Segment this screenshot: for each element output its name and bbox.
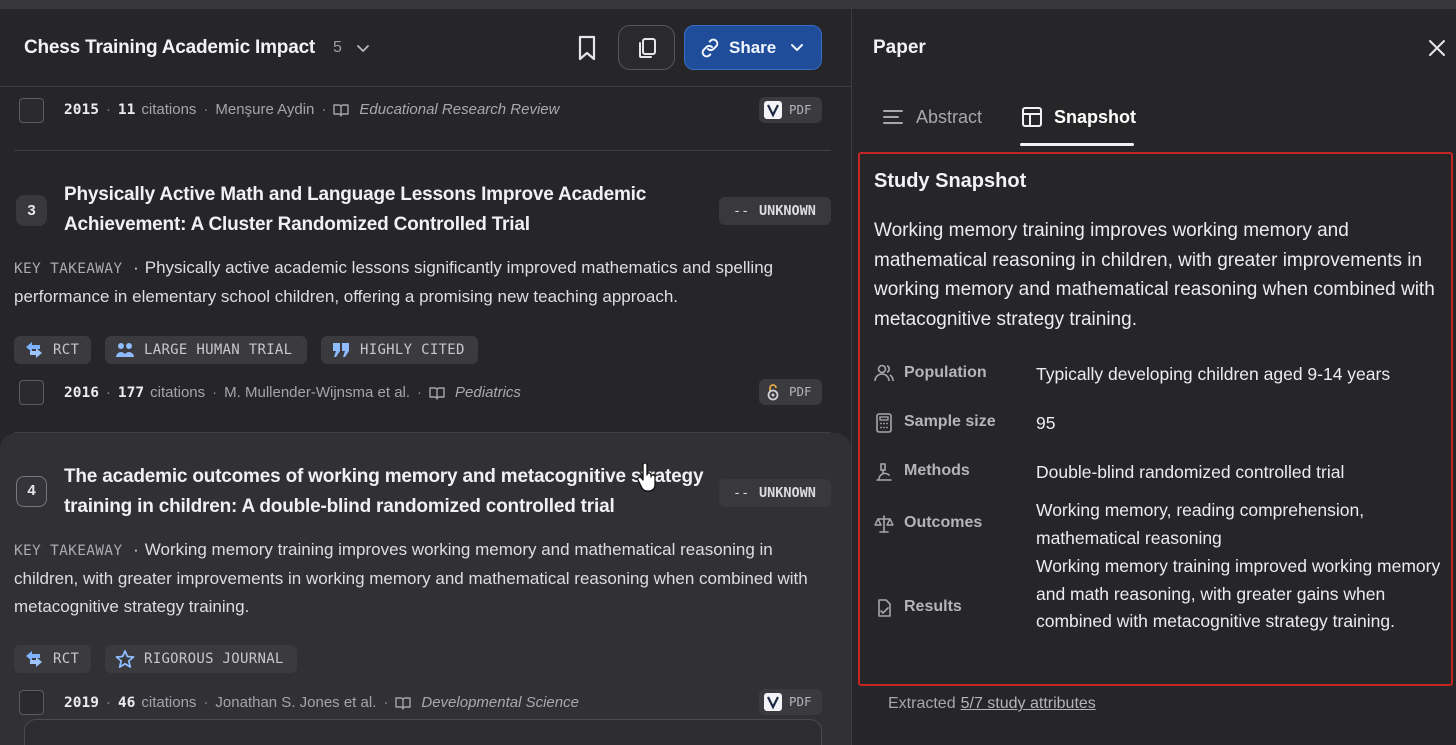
open-access-lock-icon <box>767 384 779 401</box>
paper-meta: 2016 · 177 citations · M. Mullender-Wijn… <box>64 384 521 401</box>
paper-year: 2015 <box>64 101 99 118</box>
results-pane: Chess Training Academic Impact 5 Share 2… <box>0 9 851 745</box>
tag-rct: RCT <box>14 645 91 673</box>
snapshot-heading: Study Snapshot <box>874 170 1027 192</box>
paper-meta-row: 2015 · 11 citations · Menşure Aydin · Ed… <box>0 90 851 130</box>
star-icon <box>115 650 135 668</box>
paper-title[interactable]: The academic outcomes of working memory … <box>64 462 714 522</box>
link-icon <box>701 38 719 58</box>
select-checkbox[interactable] <box>19 690 44 715</box>
text-lines-icon <box>883 110 903 124</box>
citations-label: citations <box>141 694 197 711</box>
paper-author[interactable]: M. Mullender-Wijnsma et al. <box>224 384 410 401</box>
panel-title: Paper <box>873 37 926 58</box>
paper-journal[interactable]: Educational Research Review <box>359 101 559 118</box>
citations-label: citations <box>150 384 206 401</box>
chevron-down-icon[interactable] <box>354 39 372 57</box>
snapshot-summary: Working memory training improves working… <box>874 220 1435 330</box>
results-icon <box>878 599 891 617</box>
close-icon[interactable] <box>1426 37 1448 59</box>
paper-meta-row: 2019 · 46 citations · Jonathan S. Jones … <box>0 682 851 722</box>
window-top-strip <box>0 0 1456 9</box>
calculator-icon <box>876 413 892 433</box>
page-title: Chess Training Academic Impact <box>24 37 316 58</box>
status-badge: -- UNKNOWN <box>719 479 831 507</box>
paper-meta: 2015 · 11 citations · Menşure Aydin · Ed… <box>64 101 560 118</box>
paper-number: 4 <box>16 476 47 507</box>
share-label: Share <box>729 38 777 57</box>
paper-citations: 177 <box>117 384 145 401</box>
book-icon <box>395 696 412 710</box>
active-tab-underline <box>1020 143 1134 146</box>
pdf-button[interactable]: PDF <box>759 97 822 123</box>
study-snapshot-box: Study Snapshot Working memory training i… <box>858 152 1453 686</box>
key-takeaway: KEY TAKEAWAY · Physically active academic… <box>14 258 774 306</box>
paper-journal[interactable]: Pediatrics <box>455 384 521 401</box>
key-takeaway: KEY TAKEAWAY · Working memory training im… <box>14 540 808 616</box>
paper-citations: 11 <box>117 101 136 118</box>
extracted-note: Extracted 5/7 study attributes <box>888 695 1096 712</box>
panel-tabs: Abstract Snapshot <box>852 87 1456 147</box>
pdf-button[interactable]: PDF <box>759 379 822 405</box>
book-icon <box>333 103 350 117</box>
table-icon <box>1022 107 1042 127</box>
scales-icon <box>874 515 894 533</box>
quote-icon <box>333 343 349 357</box>
chevron-down-icon <box>791 44 803 51</box>
book-icon <box>429 386 445 400</box>
publisher-logo-icon <box>764 693 782 711</box>
tag-rct: RCT <box>14 336 91 364</box>
select-checkbox[interactable] <box>19 380 44 405</box>
copy-icon <box>639 38 656 58</box>
people-icon <box>874 364 894 382</box>
select-checkbox[interactable] <box>19 98 44 123</box>
hand-cursor-icon <box>637 463 656 492</box>
study-attributes-link[interactable]: 5/7 study attributes <box>961 695 1096 712</box>
arrows-icon <box>26 651 42 667</box>
share-button[interactable]: Share <box>684 25 822 70</box>
paper-year: 2019 <box>64 694 99 711</box>
paper-year: 2016 <box>64 384 99 401</box>
pdf-button[interactable]: PDF <box>759 689 822 715</box>
tag-rigorous-journal: RIGOROUS JOURNAL <box>105 645 297 673</box>
key-takeaway-label: KEY TAKEAWAY <box>14 261 123 277</box>
next-paper-card[interactable] <box>24 719 822 745</box>
key-takeaway-text: Physically active academic lessons signi… <box>14 258 774 306</box>
people-icon <box>116 343 134 357</box>
microscope-icon <box>876 463 892 481</box>
tab-snapshot[interactable]: Snapshot <box>1020 105 1136 146</box>
divider <box>14 150 831 151</box>
paper-meta: 2019 · 46 citations · Jonathan S. Jones … <box>64 694 579 711</box>
paper-journal[interactable]: Developmental Science <box>421 694 579 711</box>
arrows-icon <box>26 342 42 358</box>
paper-author[interactable]: Menşure Aydin <box>215 101 314 118</box>
bookmark-icon[interactable] <box>573 33 601 63</box>
publisher-logo-icon <box>764 101 782 119</box>
key-takeaway-label: KEY TAKEAWAY <box>14 543 123 559</box>
tab-abstract[interactable]: Abstract <box>882 105 1002 145</box>
citations-label: citations <box>141 101 197 118</box>
paper-author[interactable]: Jonathan S. Jones et al. <box>215 694 376 711</box>
result-count: 5 <box>333 39 342 56</box>
results-header: Chess Training Academic Impact 5 Share <box>0 9 851 87</box>
paper-citations: 46 <box>117 694 136 711</box>
paper-number: 3 <box>16 195 47 226</box>
copy-button[interactable] <box>618 25 675 70</box>
paper-meta-row: 2016 · 177 citations · M. Mullender-Wijn… <box>0 372 851 412</box>
paper-title[interactable]: Physically Active Math and Language Less… <box>64 180 714 240</box>
tag-large-human-trial: LARGE HUMAN TRIAL <box>105 336 307 364</box>
status-badge: -- UNKNOWN <box>719 197 831 225</box>
tag-highly-cited: HIGHLY CITED <box>321 336 478 364</box>
paper-detail-panel: Paper Abstract Snapshot Study Snapshot W… <box>851 9 1456 745</box>
